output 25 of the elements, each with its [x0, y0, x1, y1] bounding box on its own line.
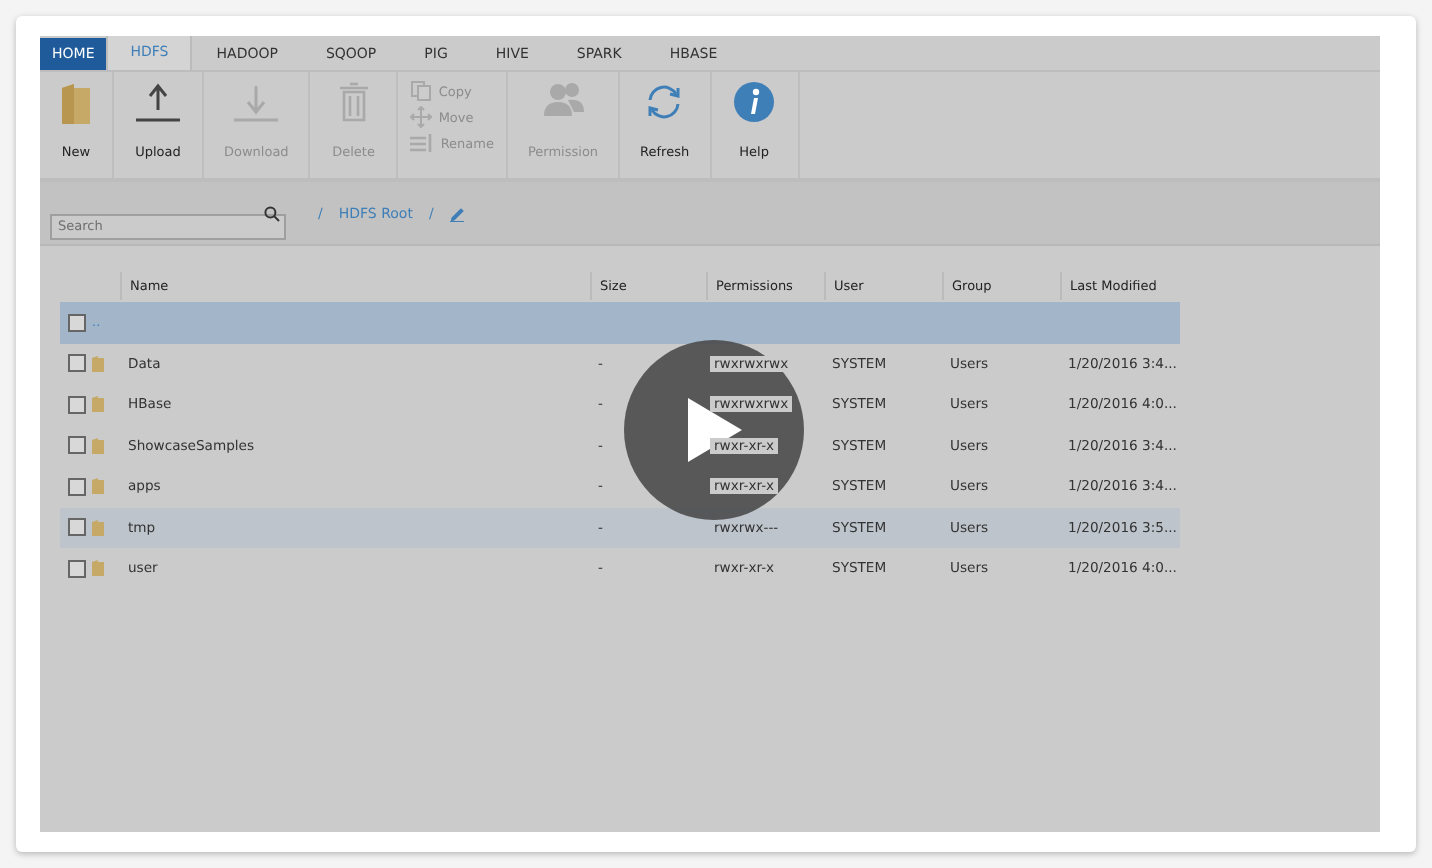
trash-icon [337, 82, 370, 122]
copy-icon [410, 80, 433, 102]
checkbox[interactable] [68, 518, 86, 537]
edit-icon[interactable] [449, 205, 466, 221]
folder-icon [92, 478, 104, 495]
folder-icon [92, 560, 104, 577]
folder-icon [60, 82, 92, 126]
checkbox[interactable] [68, 436, 86, 455]
rename-icon [410, 132, 435, 154]
people-icon [541, 82, 586, 118]
checkbox[interactable] [68, 354, 86, 373]
checkbox[interactable] [68, 559, 86, 578]
checkbox[interactable] [68, 477, 86, 496]
move-icon [410, 106, 433, 128]
folder-icon [92, 519, 104, 536]
folder-icon [92, 355, 104, 372]
checkbox[interactable] [68, 313, 86, 332]
download-icon [232, 82, 281, 122]
search-icon [264, 205, 280, 221]
checkbox[interactable] [68, 395, 86, 414]
refresh-icon [644, 82, 685, 122]
info-icon [734, 82, 775, 122]
folder-icon [92, 437, 104, 454]
upload-icon [134, 82, 182, 122]
folder-icon [92, 396, 104, 413]
